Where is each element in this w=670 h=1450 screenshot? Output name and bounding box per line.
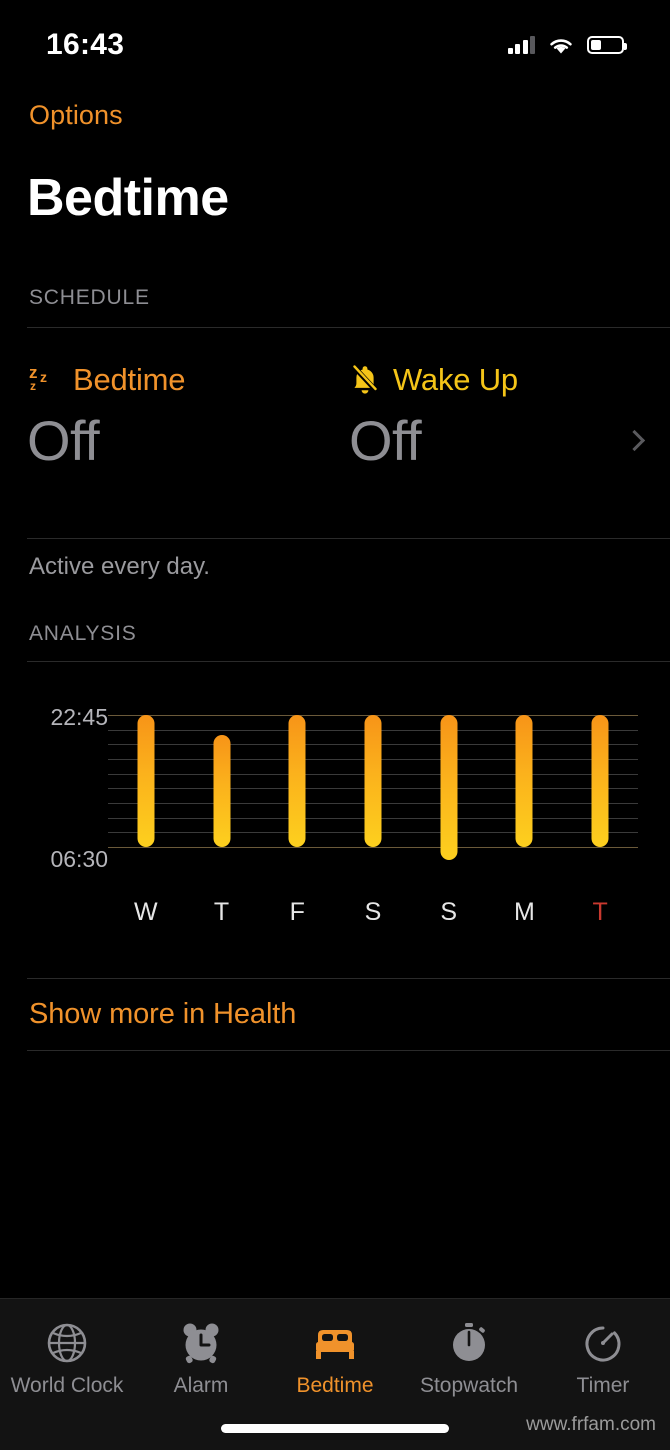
bedtime-label: Bedtime [73,362,186,397]
chart-bar [591,715,609,847]
status-icons [507,34,627,56]
schedule-row[interactable]: zzz Bedtime Off Wake Up Off [27,327,670,538]
schedule-footnote: Active every day. [29,553,210,580]
chart-day-label: S [440,898,458,926]
bedtime-label-group: zzz Bedtime [27,360,186,400]
bell-slash-icon [352,365,378,394]
show-more-in-health-link[interactable]: Show more in Health [29,998,296,1031]
tab-label: Timer [576,1374,630,1397]
page-title: Bedtime [27,169,229,227]
alarm-clock-icon [177,1319,225,1367]
chart-day-label: W [134,898,158,926]
watermark: www.frfam.com [526,1414,656,1435]
tab-label: Bedtime [296,1374,374,1397]
chart-bar [515,715,533,847]
section-header-analysis: ANALYSIS [29,622,137,645]
globe-icon [43,1319,91,1367]
chart-bar [364,715,382,847]
status-bar: 16:43 [0,0,670,84]
timer-icon [579,1319,627,1367]
chevron-right-icon[interactable] [623,429,646,452]
chart-bar [440,715,458,861]
bedtime-screen: 16:43 Options Bedtime SCHEDULE zzz Bedti… [0,0,670,1450]
sleep-analysis-chart: 22:45 06:30 W T F S S M T [0,690,670,960]
chart-day-label: T [592,898,608,926]
chart-day-label: T [213,898,230,926]
chart-day-label: S [364,898,382,926]
home-indicator[interactable] [221,1424,449,1433]
battery-icon [587,36,627,54]
chart-plot-area [108,715,638,861]
divider-health-top [27,978,670,979]
divider-analysis-top [27,661,670,662]
bed-icon [311,1319,359,1367]
schedule-wakeup-cell[interactable]: Wake Up Off [349,360,518,473]
gridline [108,847,638,848]
divider-health-bottom [27,1050,670,1051]
tab-stopwatch[interactable]: Stopwatch [402,1319,536,1398]
chart-bar [288,715,306,847]
cellular-signal-icon [507,36,535,54]
schedule-bedtime-cell[interactable]: zzz Bedtime Off [27,360,186,473]
back-button-options[interactable]: Options [29,100,123,131]
tab-alarm[interactable]: Alarm [134,1319,268,1398]
section-header-schedule: SCHEDULE [29,286,150,309]
tab-timer[interactable]: Timer [536,1319,670,1398]
wakeup-label-group: Wake Up [349,360,518,400]
axis-tick-bottom: 06:30 [50,846,108,872]
wifi-icon [550,39,572,54]
tab-world-clock[interactable]: World Clock [0,1319,134,1398]
chart-bar [213,734,231,847]
axis-tick-top: 22:45 [50,704,108,730]
status-time: 16:43 [46,28,125,61]
tab-bedtime[interactable]: Bedtime [268,1319,402,1398]
tab-label: Alarm [173,1374,229,1397]
bedtime-value: Off [27,409,100,472]
divider-schedule-bottom [27,538,670,539]
chart-day-labels: WTFSSMT [108,898,638,938]
chart-bar [137,715,155,847]
wakeup-label: Wake Up [393,362,518,397]
zzz-sleep-icon: zzz [29,363,47,393]
wakeup-value: Off [349,409,422,472]
stopwatch-icon [445,1319,493,1367]
chart-bars [108,715,638,861]
tab-label: World Clock [10,1374,124,1397]
tab-label: Stopwatch [419,1374,519,1397]
chart-day-label: M [514,898,535,926]
chart-day-label: F [289,898,305,926]
